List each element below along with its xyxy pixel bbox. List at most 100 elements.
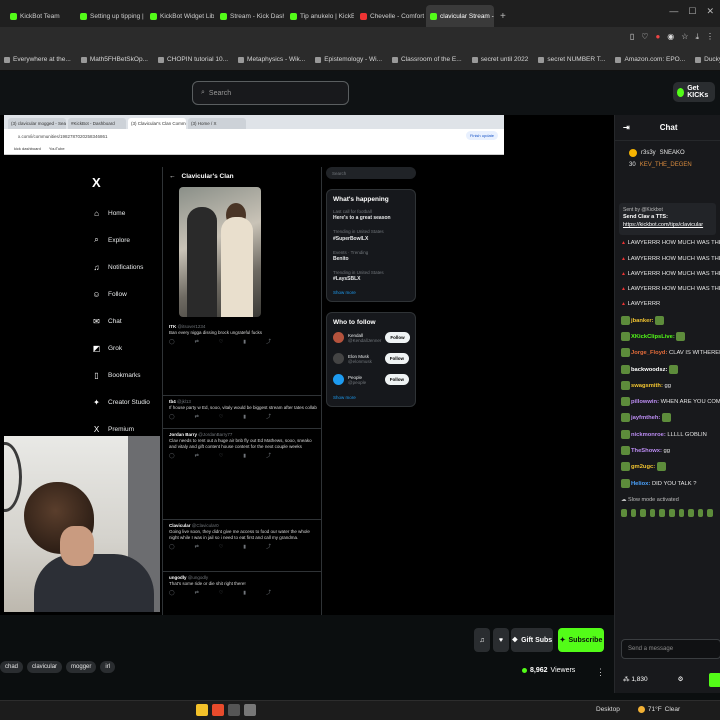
bookmark-item[interactable]: secret NUMBER T...	[538, 56, 605, 63]
browser-tab[interactable]: Chevelle - Comfortable L	[356, 5, 424, 27]
reply-icon: ◯	[169, 339, 175, 346]
emote-icon[interactable]	[697, 508, 704, 517]
browser-tab[interactable]: Tip anukelo | KickBot	[286, 5, 354, 27]
badge-icon	[621, 348, 630, 358]
emote-icon[interactable]	[678, 508, 685, 517]
feed-header: ← Clavicular's Clan	[169, 173, 234, 180]
tts-link[interactable]: https://kickbot.com/tips/clavicular	[623, 222, 712, 230]
bookmark-favicon-icon	[392, 56, 398, 63]
tab-label: Stream - Kick Dashboard	[230, 12, 284, 20]
desktop-label[interactable]: Desktop	[596, 706, 620, 713]
chat-message: ▲ LAWYERRR HOW MUCH WAS THE	[621, 255, 720, 262]
taskbar-app-icon[interactable]	[212, 704, 224, 716]
bookmark-item[interactable]: CHOPIN tutorial 10...	[157, 56, 228, 63]
chat-username[interactable]: gm2ugc:	[631, 464, 655, 470]
emote-icon[interactable]	[707, 508, 713, 517]
bookmark-item[interactable]: Amazon.com: EPO...	[615, 56, 685, 63]
extension-icon[interactable]: ▯	[630, 32, 634, 42]
bookmark-item[interactable]: secret until 2022	[471, 56, 528, 63]
siren-icon: ▲	[621, 240, 626, 247]
share-icon: ⤴	[266, 453, 272, 460]
stream-tag[interactable]: chad	[0, 661, 24, 673]
tab-favicon-icon	[10, 12, 17, 20]
chat-username[interactable]: backwoodsz:	[631, 367, 667, 373]
chat-username[interactable]: pillowwin:	[631, 399, 659, 405]
chat-message-input[interactable]: Send a message	[621, 639, 720, 659]
repost-icon: ⇄	[194, 590, 199, 597]
bookmark-item[interactable]: Metaphysics - Wik...	[238, 56, 305, 63]
gift-subs-button[interactable]: ❖ Gift Subs	[511, 628, 553, 652]
chat-message: TheShowx: gg	[621, 446, 716, 456]
finish-update-button: Finish update	[465, 131, 498, 140]
taskbar-app-icon[interactable]	[244, 704, 256, 716]
address-bar: ▯ ♡ ● ◉ ☆ ⤓ ⋮	[0, 27, 720, 49]
bookmark-item[interactable]: Epistemology - Wi...	[315, 56, 382, 63]
taskbar-app-icon[interactable]	[196, 704, 208, 716]
kick-search-input[interactable]: ⌕ Search	[192, 81, 349, 105]
emote-icon[interactable]	[688, 508, 694, 517]
bookmark-item[interactable]: Math5FHBetSkOp...	[80, 56, 148, 63]
emote-icon[interactable]	[630, 508, 637, 517]
emote-icon[interactable]	[640, 508, 646, 517]
get-kicks-button[interactable]: Get KICKs	[673, 82, 715, 102]
taskbar-app-icon[interactable]	[228, 704, 240, 716]
emote-icon[interactable]	[659, 508, 665, 517]
more-options-icon[interactable]: ⋮	[596, 667, 605, 678]
notifications-bell-button[interactable]: ♫	[474, 628, 490, 652]
maximize-icon[interactable]: ☐	[688, 6, 696, 17]
follow-button: Follow	[385, 332, 410, 344]
emote-icon[interactable]	[649, 508, 656, 517]
post-actions: ◯ ⇄ ♡ ▮ ⤴	[169, 544, 317, 551]
chat-footer: ⁂ 1,830 ⚙	[623, 675, 683, 683]
bookmark-item[interactable]: Ducky x Varmilo...	[695, 56, 720, 63]
follow-heart-button[interactable]: ♥	[493, 628, 509, 652]
browser-tab[interactable]: Setting up tipping | KickB	[76, 5, 144, 27]
chat-message: pillowwin: WHEN ARE YOU COMING TEXAS	[621, 397, 720, 407]
stream-tag[interactable]: irl	[100, 661, 116, 673]
bookmark-item[interactable]: Everywhere at the...	[4, 56, 71, 63]
chat-username[interactable]: XKickClipsLive:	[631, 334, 675, 340]
bookmark-favicon-icon	[157, 56, 164, 63]
menu-icon[interactable]: ⋮	[706, 32, 714, 42]
chat-username[interactable]: jayfmtheh:	[631, 416, 660, 422]
minimize-icon[interactable]: —	[669, 6, 678, 17]
new-tab-icon[interactable]: +	[500, 5, 506, 27]
chat-username[interactable]: TheShowx:	[631, 448, 662, 454]
divider	[163, 519, 321, 520]
emote-icon[interactable]	[621, 508, 627, 517]
post-actions: ◯ ⇄ ♡ ▮ ⤴	[169, 590, 317, 597]
collapse-chat-icon[interactable]: ⇥	[623, 123, 630, 132]
views-icon: ▮	[243, 414, 247, 421]
chat-username[interactable]: swagsmith:	[631, 383, 663, 389]
heart-icon[interactable]: ♡	[641, 32, 648, 42]
kicks-coin-icon	[677, 87, 685, 97]
bookmark-item[interactable]: Classroom of the E...	[392, 56, 462, 63]
stream-tag[interactable]: clavicular	[27, 661, 63, 673]
subscribe-button[interactable]: ✦ Subscribe	[558, 628, 604, 652]
repost-icon: ⇄	[194, 453, 199, 460]
chat-username[interactable]: jbanker:	[631, 318, 654, 324]
weather-widget[interactable]: 71°F Clear	[637, 706, 680, 713]
points-counter: ⁂ 1,830	[623, 676, 648, 683]
record-icon[interactable]: ●	[655, 32, 660, 42]
profile-icon[interactable]: ◉	[667, 32, 674, 42]
explore-icon: ⌕	[94, 235, 99, 244]
chat-username[interactable]: nickmonroe:	[631, 432, 666, 438]
download-icon[interactable]: ⤓	[695, 32, 699, 42]
gift-icon: ❖	[511, 637, 519, 644]
close-icon[interactable]: ✕	[706, 6, 714, 17]
browser-tab[interactable]: KickBot Widget Library	[146, 5, 214, 27]
stream-tag[interactable]: mogger	[66, 661, 97, 673]
send-chat-button[interactable]	[709, 673, 720, 687]
emote-icon[interactable]	[668, 508, 675, 517]
x-sidebar-nav: ⌂ Home ⌕ Explore ♫ Notifications ☺ Follow ✉ Chat ◩…	[92, 205, 150, 437]
follow-button: Follow	[384, 374, 409, 386]
browser-tab[interactable]: Stream - Kick Dashboard	[216, 5, 284, 27]
bookmark-favicon-icon	[471, 56, 478, 63]
browser-tab[interactable]: KickBot Team	[6, 5, 74, 27]
bookmark-star-icon[interactable]: ☆	[681, 32, 688, 42]
browser-tab[interactable]: clavicular Stream - Ki	[426, 5, 494, 27]
settings-icon[interactable]: ⚙	[678, 675, 684, 683]
chat-username[interactable]: Jorge_Floyd:	[631, 350, 667, 356]
chat-username[interactable]: Heliox:	[631, 481, 650, 487]
